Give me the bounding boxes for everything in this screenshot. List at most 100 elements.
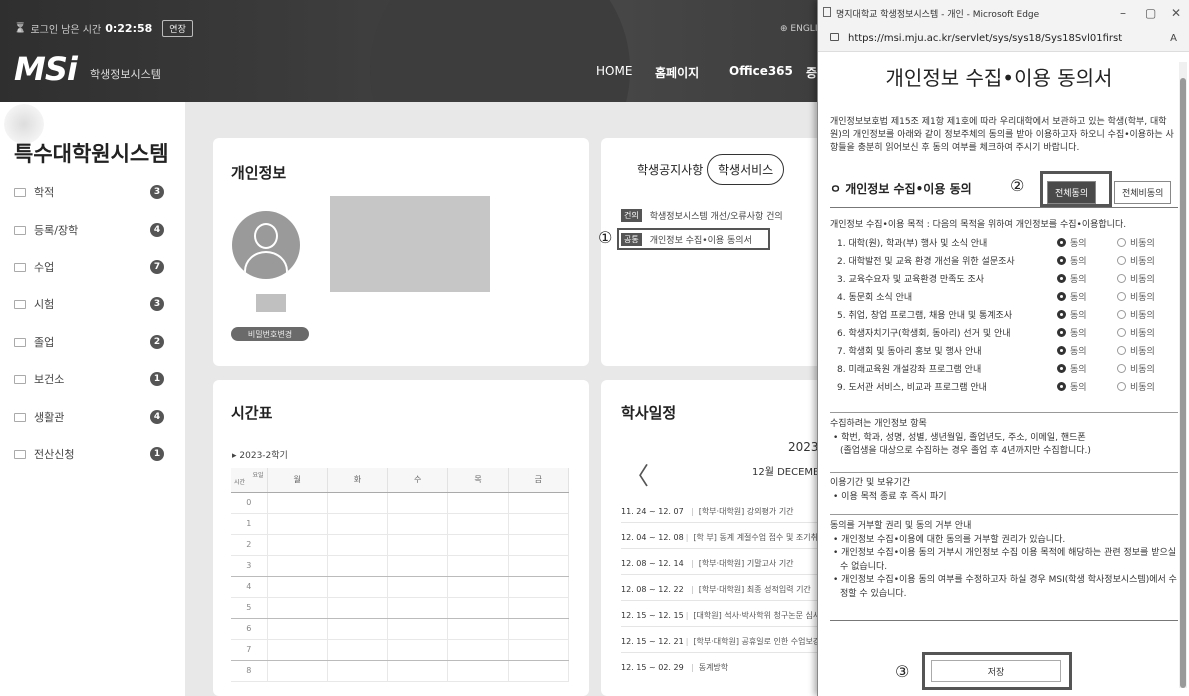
timer-label: 로그인 남은 시간 [30, 25, 102, 36]
msi-logo[interactable]: MSi [14, 50, 78, 88]
rights-item: • 개인정보 수집•이용 동의 여부를 수정하고자 하실 경우 MSI(학생 학… [833, 575, 1177, 599]
calendar-event[interactable]: 12. 15 ~ 02. 29 | 동계방학 [621, 656, 817, 679]
nav-office365[interactable]: Office365 [729, 64, 793, 78]
minimize-icon[interactable]: – [1120, 6, 1126, 20]
popup-titlebar: 명지대학교 학생정보시스템 - 개인 - Microsoft Edge [818, 0, 1189, 26]
notice-row-suggestion[interactable]: 건의 학생정보시스템 개선/오류사항 건의 [621, 209, 783, 222]
radio-checked-icon [1057, 291, 1066, 301]
period-label: 2 [231, 534, 268, 556]
agree-radio[interactable]: 동의 [1057, 236, 1117, 249]
tab-student-notices[interactable]: 학생공지사항 [637, 161, 703, 178]
consent-item-8: 8. 미래교육원 개설강좌 프로그램 안내 동의 비동의 [837, 359, 1177, 377]
day-header: 수 [387, 468, 449, 493]
agree-radio[interactable]: 동의 [1057, 326, 1117, 339]
sidebar-item-dormitory[interactable]: 생활관 4 [14, 407, 164, 427]
term-label: ▸ 2023-2학기 [232, 451, 288, 461]
profile-info-redacted [330, 196, 490, 292]
chevron-left-icon[interactable]: 〈 [625, 456, 649, 491]
calendar-event[interactable]: 12. 04 ~ 12. 08 | [학 부] 동계 계절수업 접수 및 조기취업 [621, 526, 817, 549]
period-label: 6 [231, 618, 268, 640]
disagree-radio[interactable]: 비동의 [1117, 380, 1177, 393]
disagree-all-button[interactable]: 전체비동의 [1114, 181, 1172, 204]
consent-section-title: ㅇ 개인정보 수집•이용 동의 [830, 182, 972, 196]
sidebar: 특수대학원시스템 학적 3 등록/장학 4 수업 7 시험 3 졸업 2 보건소 1 생활관… [0, 102, 185, 696]
sidebar-item-exams[interactable]: 시험 3 [14, 294, 164, 314]
calendar-event[interactable]: 12. 15 ~ 12. 15 | [대학원] 석사·박사학위 청구논문 심사 [621, 604, 817, 627]
consent-item-1: 1. 대학(원), 학과(부) 행사 및 소식 안내 동의 비동의 [837, 233, 1177, 251]
agree-radio[interactable]: 동의 [1057, 308, 1117, 321]
period-label: 1 [231, 513, 268, 535]
radio-checked-icon [1057, 363, 1066, 373]
period-label: 4 [231, 576, 268, 598]
calendar-title: 학사일정 [621, 404, 677, 422]
rights-item: • 개인정보 수집•이용 동의 거부시 개인정보 수집 이용 목적에 해당하는 … [833, 548, 1177, 572]
extend-button[interactable]: 연장 [162, 20, 193, 37]
divider [830, 472, 1178, 473]
tab-student-services[interactable]: 학생서비스 [707, 154, 785, 185]
consent-item-9: 9. 도서관 서비스, 비교과 프로그램 안내 동의 비동의 [837, 377, 1177, 395]
highlight-frame [617, 228, 770, 250]
sidebar-item-academic-records[interactable]: 학적 3 [14, 182, 164, 202]
radio-unchecked-icon [1117, 345, 1126, 355]
disagree-radio[interactable]: 비동의 [1117, 344, 1177, 357]
sidebar-item-classes[interactable]: 수업 7 [14, 257, 164, 277]
lock-icon[interactable] [830, 33, 839, 41]
change-password-button[interactable]: 비밀번호변경 [231, 327, 309, 341]
maximize-icon[interactable]: ▢ [1145, 6, 1156, 20]
period-label: 7 [231, 639, 268, 661]
folder-icon [14, 412, 26, 422]
calendar-event[interactable]: 12. 15 ~ 12. 21 | [학부·대학원] 공휴일로 인한 수업보강 [621, 630, 817, 653]
disagree-radio[interactable]: 비동의 [1117, 308, 1177, 321]
disagree-radio[interactable]: 비동의 [1117, 254, 1177, 267]
consent-item-7: 7. 학생회 및 동아리 홍보 및 행사 안내 동의 비동의 [837, 341, 1177, 359]
folder-icon [14, 374, 26, 384]
agree-radio[interactable]: 동의 [1057, 362, 1117, 375]
calendar-event[interactable]: 12. 08 ~ 12. 14 | [학부·대학원] 기말고사 기간 [621, 552, 817, 575]
agree-radio[interactable]: 동의 [1057, 344, 1117, 357]
disagree-radio[interactable]: 비동의 [1117, 236, 1177, 249]
sidebar-item-registration[interactable]: 등록/장학 4 [14, 220, 164, 240]
radio-unchecked-icon [1117, 291, 1126, 301]
calendar-event[interactable]: 12. 08 ~ 12. 22 | [학부·대학원] 최종 성적입력 기간 [621, 578, 817, 601]
popup-title: 개인정보 수집•이용 동의서 [885, 66, 1113, 90]
nav-homepage[interactable]: 홈페이지 [655, 64, 699, 81]
purpose-intro: 개인정보 수집•이용 목적 : 다음의 목적을 위하여 개인정보를 수집•이용합… [830, 220, 1127, 230]
agree-all-button[interactable]: 전체동의 [1047, 181, 1097, 204]
day-header: 목 [447, 468, 509, 493]
disagree-radio[interactable]: 비동의 [1117, 326, 1177, 339]
items-text: • 학번, 학과, 성명, 성별, 생년월일, 졸업년도, 주소, 이메일, 핸… [833, 432, 1086, 443]
sidebar-item-label: 학적 [34, 186, 55, 199]
agree-radio[interactable]: 동의 [1057, 254, 1117, 267]
session-timer: ⌛ 로그인 남은 시간 0:22:58 연장 [14, 20, 193, 37]
count-badge: 1 [150, 447, 164, 461]
count-badge: 7 [150, 260, 164, 274]
radio-checked-icon [1057, 237, 1066, 247]
day-header: 금 [508, 468, 570, 493]
agree-radio[interactable]: 동의 [1057, 290, 1117, 303]
sidebar-item-health-center[interactable]: 보건소 1 [14, 369, 164, 389]
popup-scrollbar[interactable] [1179, 62, 1187, 688]
period-label: 3 [231, 555, 268, 577]
retention-text: • 이용 목적 종료 후 즉시 파기 [833, 491, 947, 502]
radio-unchecked-icon [1117, 381, 1126, 391]
disagree-radio[interactable]: 비동의 [1117, 362, 1177, 375]
nav-home[interactable]: HOME [596, 64, 632, 78]
timer-value: 0:22:58 [105, 22, 153, 35]
radio-checked-icon [1057, 381, 1066, 391]
page-icon [823, 7, 831, 17]
read-aloud-icon[interactable]: A [1170, 33, 1177, 44]
sidebar-item-graduation[interactable]: 졸업 2 [14, 332, 164, 352]
calendar-event[interactable]: 11. 24 ~ 12. 07 | [학부·대학원] 강의평가 기간 [621, 500, 817, 523]
radio-unchecked-icon [1117, 327, 1126, 337]
nav-more[interactable]: 증 [806, 64, 817, 81]
address-bar[interactable]: https://msi.mju.ac.kr/servlet/sys/sys18/… [818, 26, 1189, 52]
timetable-title: 시간표 [231, 404, 273, 422]
disagree-radio[interactable]: 비동의 [1117, 290, 1177, 303]
close-icon[interactable]: ✕ [1171, 6, 1181, 20]
sidebar-item-it-requests[interactable]: 전산신청 1 [14, 444, 164, 464]
agree-radio[interactable]: 동의 [1057, 272, 1117, 285]
agree-radio[interactable]: 동의 [1057, 380, 1117, 393]
save-button[interactable]: 저장 [931, 660, 1061, 682]
count-badge: 1 [150, 372, 164, 386]
disagree-radio[interactable]: 비동의 [1117, 272, 1177, 285]
